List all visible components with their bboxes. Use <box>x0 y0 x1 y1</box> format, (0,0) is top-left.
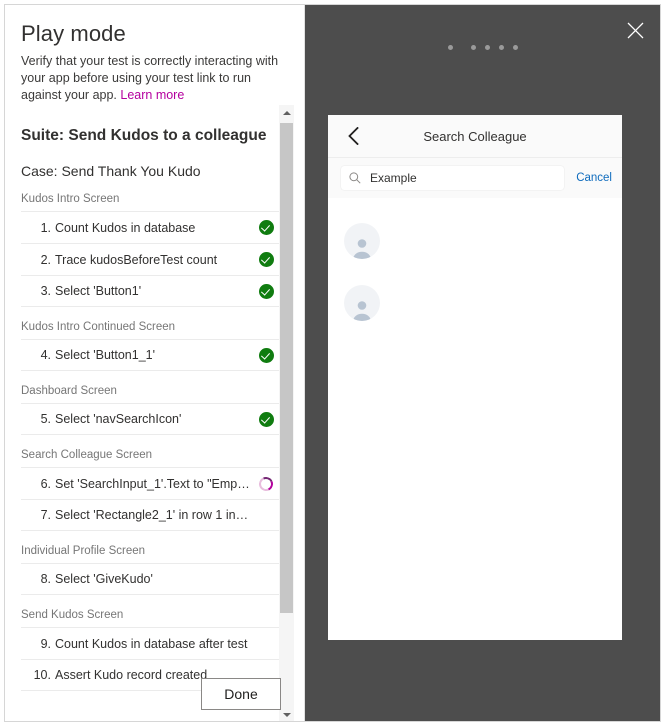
chevron-left-icon <box>347 127 359 145</box>
app-preview-panel: Search Colleague Cancel <box>305 5 660 721</box>
test-step-row[interactable]: 5. Select 'navSearchIcon' <box>21 403 280 435</box>
step-description: Count Kudos in database <box>55 220 196 235</box>
step-number: 5. <box>40 412 51 426</box>
step-group-label: Search Colleague Screen <box>21 449 153 461</box>
step-number: 10. <box>33 668 51 682</box>
check-circle-icon <box>258 220 274 235</box>
step-description: Set 'SearchInput_1'.Text to "Emplo… <box>55 476 256 491</box>
loading-dot <box>498 45 504 50</box>
step-status-pass <box>256 252 276 267</box>
step-group: Individual Profile Screen 8. Select 'GiveK… <box>21 545 280 595</box>
test-step-row[interactable]: 9. Count Kudos in database after test <box>21 627 280 659</box>
step-status-running <box>256 474 276 493</box>
step-group-label: Send Kudos Screen <box>21 609 124 621</box>
person-icon <box>353 239 371 259</box>
avatar <box>344 223 380 259</box>
scroll-up-arrow-icon[interactable] <box>279 105 294 120</box>
step-description: Select 'Button1_1' <box>55 348 155 362</box>
search-icon <box>349 172 361 184</box>
page-title: Play mode <box>21 21 126 46</box>
step-number: 4. <box>40 348 51 362</box>
test-step-row[interactable]: 2. Trace kudosBeforeTest count <box>21 243 280 275</box>
steps-scrollbar[interactable] <box>279 105 294 721</box>
scrollbar-thumb[interactable] <box>280 123 293 613</box>
check-circle-icon <box>258 347 274 363</box>
step-description: Select 'Button1' <box>55 284 142 298</box>
case-title: Case: Send Thank You Kudo <box>21 163 201 179</box>
step-number: 3. <box>40 284 51 298</box>
panel-header: Play mode Verify that your test is corre… <box>5 5 305 104</box>
play-mode-window: Play mode Verify that your test is corre… <box>4 4 661 722</box>
steps-scroll-content: Suite: Send Kudos to a colleague Case: S… <box>5 127 294 691</box>
step-group-label: Kudos Intro Screen <box>21 193 120 205</box>
test-step-row[interactable]: 4. Select 'Button1_1' <box>21 339 280 371</box>
scroll-down-arrow-icon[interactable] <box>279 707 294 721</box>
step-number: 1. <box>40 220 51 235</box>
done-button[interactable]: Done <box>201 678 281 710</box>
step-status-pass <box>256 220 276 235</box>
panel-description: Verify that your test is correctly inter… <box>21 53 285 104</box>
play-mode-panel: Play mode Verify that your test is corre… <box>5 5 305 721</box>
test-step-row[interactable]: 8. Select 'GiveKudo' <box>21 563 280 595</box>
step-group: Dashboard Screen 5. Select 'navSearchIcon' <box>21 385 280 435</box>
check-circle-icon <box>258 411 274 427</box>
step-group: Kudos Intro Continued Screen 4. Select 'Bu… <box>21 321 280 371</box>
search-results-list <box>328 198 622 334</box>
check-circle-icon <box>258 252 274 267</box>
close-icon <box>627 22 643 38</box>
test-step-row[interactable]: 7. Select 'Rectangle2_1' in row 1 in '… <box>21 499 280 531</box>
step-status-pass <box>256 347 276 363</box>
avatar <box>344 285 380 321</box>
steps-scroll-region: Suite: Send Kudos to a colleague Case: S… <box>5 105 294 721</box>
suite-title: Suite: Send Kudos to a colleague <box>21 127 267 144</box>
chevron-up-icon <box>282 110 291 115</box>
loading-dot <box>447 45 453 50</box>
app-title: Search Colleague <box>423 128 527 144</box>
step-description: Trace kudosBeforeTest count <box>55 252 218 267</box>
step-number: 8. <box>40 572 51 586</box>
step-status-pass <box>256 283 276 299</box>
app-header: Search Colleague <box>328 115 622 158</box>
step-group-label: Kudos Intro Continued Screen <box>21 321 176 333</box>
step-group-label: Individual Profile Screen <box>21 545 146 557</box>
step-group-label: Dashboard Screen <box>21 385 117 397</box>
step-description: Select 'GiveKudo' <box>55 572 153 586</box>
check-circle-icon <box>258 283 274 299</box>
step-description: Select 'navSearchIcon' <box>55 412 182 426</box>
learn-more-link[interactable]: Learn more <box>120 88 184 102</box>
search-result-row[interactable] <box>328 210 622 272</box>
close-button[interactable] <box>620 15 650 45</box>
back-button[interactable] <box>340 115 366 157</box>
spinner-icon <box>257 474 275 493</box>
test-step-row[interactable]: 6. Set 'SearchInput_1'.Text to "Emplo… <box>21 467 280 499</box>
step-number: 7. <box>40 508 51 522</box>
step-description: Count Kudos in database after test <box>55 636 248 651</box>
search-field[interactable] <box>341 166 565 190</box>
step-group: Kudos Intro Screen 1. Count Kudos in datab… <box>21 193 280 307</box>
test-step-row[interactable]: 1. Count Kudos in database <box>21 211 280 243</box>
step-number: 2. <box>40 252 51 267</box>
search-bar: Cancel <box>328 158 622 198</box>
step-number: 6. <box>40 476 51 491</box>
test-step-groups: Kudos Intro Screen 1. Count Kudos in datab… <box>21 193 280 691</box>
loading-dot <box>484 45 490 50</box>
step-description: Select 'Rectangle2_1' in row 1 in '… <box>55 508 254 522</box>
chevron-down-icon <box>282 712 291 717</box>
loading-dot <box>470 45 476 50</box>
loading-dot <box>512 45 518 50</box>
search-input[interactable] <box>370 171 557 185</box>
loading-dots <box>305 45 660 50</box>
step-group: Search Colleague Screen 6. Set 'SearchInpu… <box>21 449 280 531</box>
person-icon <box>353 301 371 321</box>
app-preview-screen[interactable]: Search Colleague Cancel <box>328 115 622 640</box>
test-step-row[interactable]: 3. Select 'Button1' <box>21 275 280 307</box>
search-result-row[interactable] <box>328 272 622 334</box>
step-number: 9. <box>40 636 51 651</box>
step-status-pass <box>256 411 276 427</box>
cancel-search-button[interactable]: Cancel <box>576 172 612 184</box>
